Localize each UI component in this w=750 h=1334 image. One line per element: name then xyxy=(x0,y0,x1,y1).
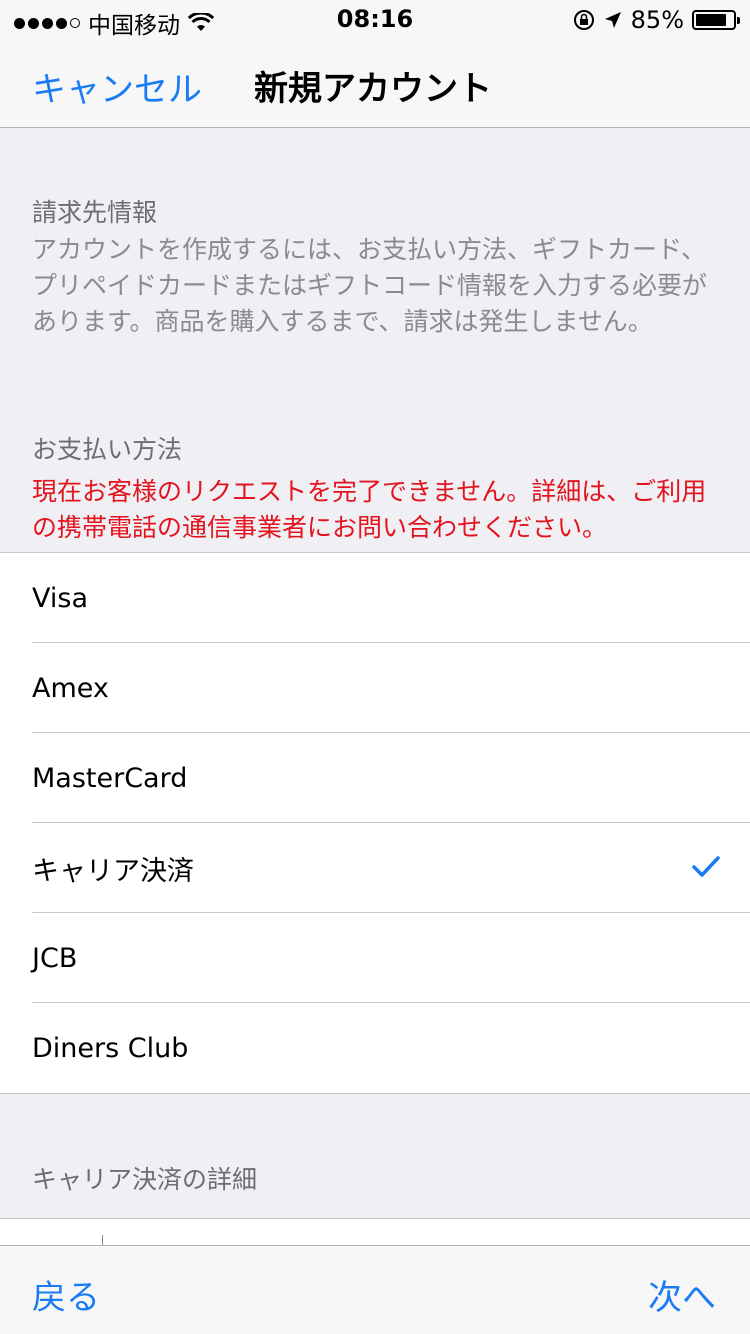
carrier-details-field[interactable] xyxy=(0,1218,750,1247)
back-button[interactable]: 戻る xyxy=(32,1270,100,1319)
payment-option-label: Visa xyxy=(32,582,88,614)
page-title: 新規アカウント xyxy=(254,69,492,109)
payment-option-jcb[interactable]: JCB xyxy=(0,913,750,1003)
battery-percent: 85% xyxy=(630,6,684,34)
payment-option-label: キャリア決済 xyxy=(32,855,194,887)
payment-header: お支払い方法 xyxy=(32,435,183,464)
payment-option-diners-club[interactable]: Diners Club xyxy=(0,1003,750,1093)
status-right: 85% xyxy=(573,6,740,34)
payment-option-mastercard[interactable]: MasterCard xyxy=(0,733,750,823)
checkmark-icon xyxy=(692,856,720,877)
payment-option-label: MasterCard xyxy=(32,762,188,794)
bottom-toolbar: 戻る 次へ xyxy=(0,1245,750,1334)
orientation-lock-icon xyxy=(573,10,594,30)
payment-option-carrier-billing[interactable]: キャリア決済 xyxy=(0,823,750,913)
payment-option-label: JCB xyxy=(32,942,78,974)
billing-description: アカウントを作成するには、お支払い方法、ギフトカード、プリペイドカードまたはギフ… xyxy=(32,235,708,336)
payment-option-label: Diners Club xyxy=(32,1032,189,1064)
carrier-details-header: キャリア決済の詳細 xyxy=(32,1165,258,1194)
billing-header: 請求先情報 xyxy=(32,198,158,227)
payment-option-amex[interactable]: Amex xyxy=(0,643,750,733)
cancel-button[interactable]: キャンセル xyxy=(32,62,202,111)
payment-error-message: 現在お客様のリクエストを完了できません。詳細は、ご利用の携帯電話の通信事業者にお… xyxy=(32,477,707,542)
payment-option-label: Amex xyxy=(32,672,109,704)
payment-option-visa[interactable]: Visa xyxy=(0,553,750,643)
battery-icon xyxy=(692,10,740,30)
location-arrow-icon xyxy=(604,12,621,28)
status-bar: 中国移动 08:16 85% xyxy=(0,0,750,40)
payment-method-list: Visa Amex MasterCard キャリア決済 JCB Diners C… xyxy=(0,552,750,1094)
navigation-bar: キャンセル 新規アカウント xyxy=(0,40,750,128)
next-button[interactable]: 次へ xyxy=(648,1270,716,1319)
